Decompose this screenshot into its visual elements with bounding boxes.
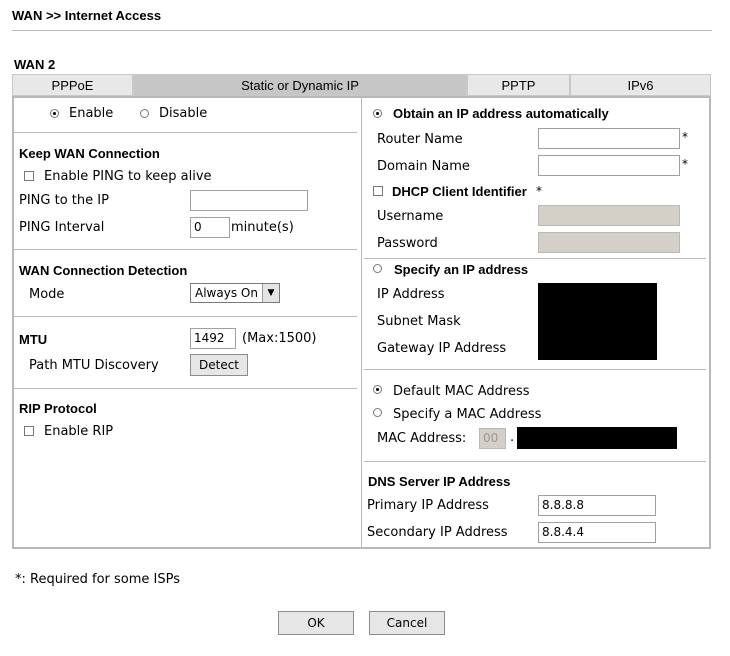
chevron-down-icon: ▼: [262, 284, 279, 302]
obtain-auto-label: Obtain an IP address automatically: [393, 106, 609, 121]
rip-header: RIP Protocol: [19, 401, 97, 416]
right-divider-2: [364, 369, 706, 370]
username-input[interactable]: [538, 205, 680, 226]
mtu-input[interactable]: 1492: [190, 328, 236, 349]
domain-name-required: *: [682, 157, 688, 171]
tab-bar: PPPoE Static or Dynamic IP PPTP IPv6: [12, 74, 711, 96]
ping-keepalive-checkbox[interactable]: [24, 171, 34, 181]
password-input[interactable]: [538, 232, 680, 253]
ping-interval-unit: minute(s): [231, 220, 294, 235]
mtu-header: MTU: [19, 332, 48, 347]
specify-mac-radio[interactable]: [373, 408, 382, 417]
left-divider-1: [14, 132, 357, 133]
default-mac-label: Default MAC Address: [393, 384, 530, 399]
domain-name-input[interactable]: [538, 155, 680, 176]
enable-radio[interactable]: [50, 109, 59, 118]
left-divider-2: [14, 249, 357, 250]
obtain-auto-radio[interactable]: [373, 109, 382, 118]
subnet-mask-label: Subnet Mask: [377, 314, 461, 329]
tab-pppoe[interactable]: PPPoE: [12, 74, 133, 96]
secondary-dns-input[interactable]: 8.8.4.4: [538, 522, 656, 543]
detect-button[interactable]: Detect: [190, 354, 248, 376]
redacted-mac-fields: [517, 427, 677, 449]
ok-button[interactable]: OK: [278, 611, 354, 635]
enable-label: Enable: [69, 106, 114, 121]
password-label: Password: [377, 236, 438, 251]
mode-select-value: Always On: [195, 286, 258, 300]
ping-ip-input[interactable]: [190, 190, 308, 211]
dhcp-client-id-required: *: [536, 184, 542, 198]
ping-ip-label: PING to the IP: [19, 193, 109, 208]
ping-keepalive-label: Enable PING to keep alive: [44, 169, 212, 184]
username-label: Username: [377, 209, 444, 224]
disable-radio[interactable]: [140, 109, 149, 118]
enable-rip-label: Enable RIP: [44, 424, 114, 439]
mac-separator: .: [510, 430, 515, 445]
specify-ip-radio[interactable]: [373, 264, 382, 273]
left-divider-4: [14, 388, 357, 389]
keep-wan-header: Keep WAN Connection: [19, 146, 160, 161]
router-name-required: *: [682, 130, 688, 144]
router-name-input[interactable]: [538, 128, 680, 149]
path-mtu-label: Path MTU Discovery: [29, 358, 159, 373]
secondary-dns-label: Secondary IP Address: [367, 525, 508, 540]
required-footnote: *: Required for some ISPs: [15, 572, 181, 587]
tab-static-dynamic-ip[interactable]: Static or Dynamic IP: [133, 74, 467, 96]
mode-select[interactable]: Always On ▼: [190, 283, 280, 303]
mtu-max-note: (Max:1500): [242, 331, 317, 346]
specify-ip-label: Specify an IP address: [394, 262, 529, 277]
dns-header: DNS Server IP Address: [368, 474, 511, 489]
disable-label: Disable: [159, 106, 208, 121]
mac-octet-1-input[interactable]: 00: [479, 428, 506, 449]
mode-label: Mode: [29, 287, 65, 302]
wan-label: WAN 2: [14, 57, 56, 72]
gateway-ip-label: Gateway IP Address: [377, 341, 507, 356]
right-divider-3: [364, 461, 706, 462]
tab-ipv6[interactable]: IPv6: [570, 74, 711, 96]
mac-address-label: MAC Address:: [377, 431, 467, 446]
tab-pptp[interactable]: PPTP: [467, 74, 570, 96]
router-name-label: Router Name: [377, 132, 463, 147]
right-divider-1: [364, 258, 706, 259]
left-divider-3: [14, 316, 357, 317]
page-title: WAN >> Internet Access: [12, 8, 162, 23]
cancel-button[interactable]: Cancel: [369, 611, 445, 635]
dhcp-client-id-label: DHCP Client Identifier: [392, 184, 527, 199]
dhcp-client-id-checkbox[interactable]: [373, 186, 383, 196]
default-mac-radio[interactable]: [373, 385, 382, 394]
primary-dns-input[interactable]: 8.8.8.8: [538, 495, 656, 516]
enable-rip-checkbox[interactable]: [24, 426, 34, 436]
redacted-ip-fields: [538, 283, 657, 360]
specify-mac-label: Specify a MAC Address: [393, 407, 542, 422]
column-divider: [361, 98, 362, 547]
primary-dns-label: Primary IP Address: [367, 498, 489, 513]
ping-interval-label: PING Interval: [19, 220, 105, 235]
wan-detection-header: WAN Connection Detection: [19, 263, 188, 278]
ip-address-label: IP Address: [377, 287, 445, 302]
title-divider: [12, 30, 712, 31]
domain-name-label: Domain Name: [377, 159, 470, 174]
ping-interval-input[interactable]: 0: [190, 217, 230, 238]
